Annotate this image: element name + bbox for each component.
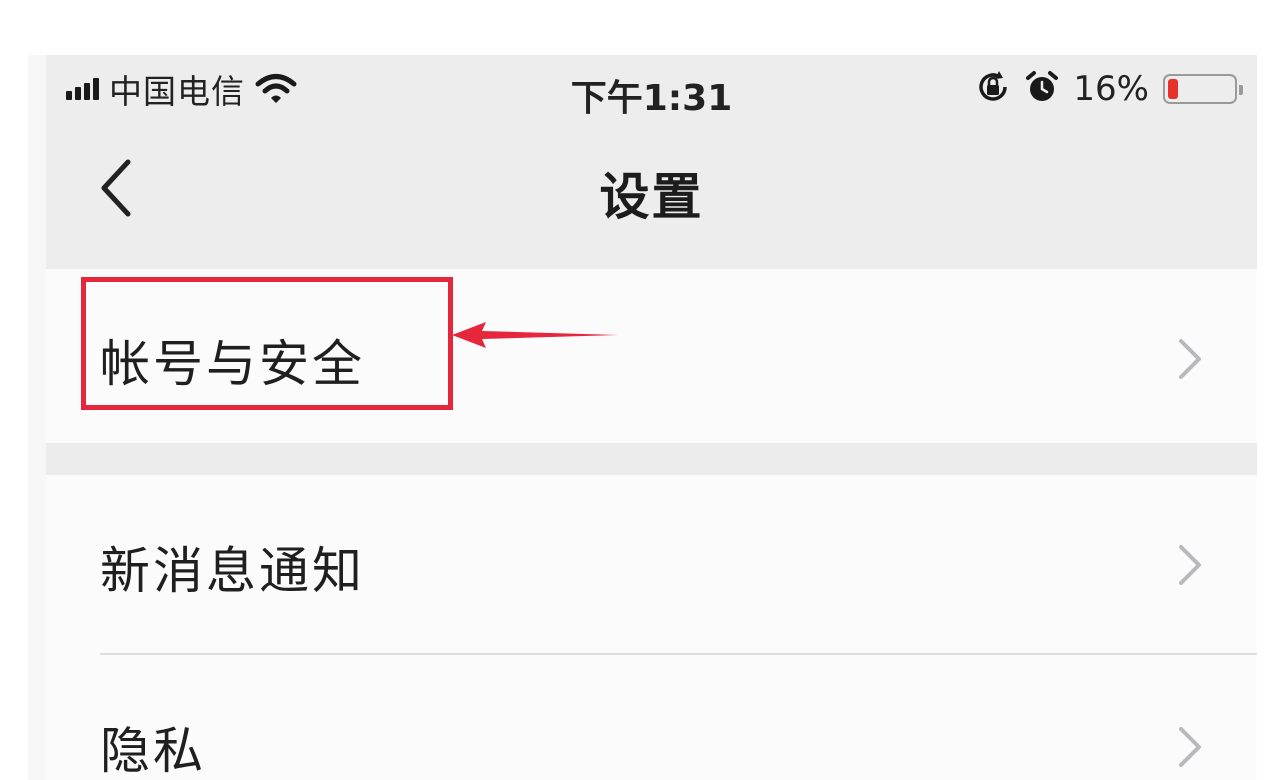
- settings-item-label: 隐私: [100, 722, 206, 780]
- section-separator: [46, 443, 1257, 475]
- orientation-lock-icon: [975, 69, 1011, 109]
- settings-item-privacy[interactable]: 隐私: [46, 655, 1257, 780]
- chevron-right-icon: [1179, 545, 1201, 585]
- battery-percent: 16%: [1073, 69, 1149, 109]
- general-section: 新消息通知 隐私: [46, 475, 1257, 780]
- nav-bar: 设置: [46, 127, 1257, 269]
- chevron-right-icon: [1179, 727, 1201, 767]
- status-bar: 中国电信 下午1:31 16%: [46, 55, 1257, 127]
- page-title: 设置: [599, 168, 704, 226]
- battery-icon: [1163, 74, 1243, 104]
- status-right: 16%: [975, 69, 1243, 109]
- annotation-arrow-icon: [452, 322, 618, 348]
- settings-item-label: 新消息通知: [100, 542, 365, 600]
- highlight-box: [81, 277, 453, 410]
- alarm-icon: [1025, 70, 1059, 108]
- top-chrome: 中国电信 下午1:31 16% 设置: [46, 55, 1257, 269]
- chevron-right-icon: [1179, 339, 1201, 379]
- settings-item-notifications[interactable]: 新消息通知: [46, 475, 1257, 653]
- phone-screen: 中国电信 下午1:31 16% 设置 帐号与安全 新消息通知 隐私: [28, 55, 1257, 780]
- battery-fill: [1168, 79, 1178, 99]
